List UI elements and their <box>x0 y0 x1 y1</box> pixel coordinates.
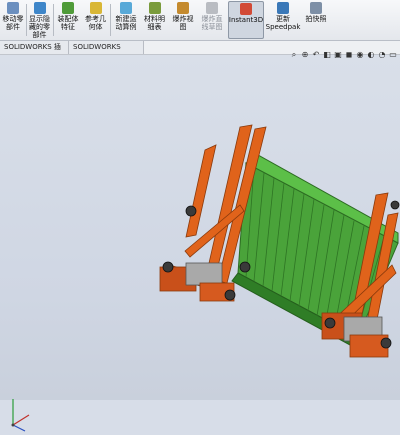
section-view-icon[interactable]: ◧ <box>322 50 332 60</box>
exploded-view-button[interactable]: 爆炸视 图 <box>169 1 197 39</box>
button-label: 装配体 特征 <box>57 15 79 31</box>
toolbar-separator <box>53 4 54 36</box>
assembly-features-icon <box>62 2 74 14</box>
reference-geometry-icon <box>89 2 102 14</box>
apply-scene-icon[interactable]: ◔ <box>377 50 387 60</box>
display-style-icon[interactable]: ◼ <box>344 50 354 60</box>
update-speedpak-button[interactable]: 更新 Speedpak <box>266 1 300 39</box>
hide-show-items-icon[interactable]: ◉ <box>355 50 365 60</box>
tab-solidworks-mbd[interactable]: SOLIDWORKS MBD <box>69 41 144 64</box>
button-label: 新建运 动算例 <box>115 15 137 31</box>
previous-view-icon[interactable]: ↶ <box>311 50 321 60</box>
command-manager-toolbar: 移动零 部件 显示隐 藏的零 部件 装配体 特征 参考几 何体 新建运 动算例 … <box>0 0 400 41</box>
edit-appearance-icon[interactable]: ◐ <box>366 50 376 60</box>
take-snapshot-button[interactable]: 拍快照 <box>303 1 329 39</box>
button-label: 显示隐 藏的零 部件 <box>29 15 50 39</box>
motion-study-icon <box>120 2 132 14</box>
heads-up-view-toolbar: ⌕ ⊕ ↶ ◧ ▣ ◼ ◉ ◐ ◔ ▭ <box>289 48 398 62</box>
button-label: 爆炸直 线草图 <box>201 15 223 31</box>
tab-solidworks-addins[interactable]: SOLIDWORKS 插件 <box>0 41 69 64</box>
speedpak-icon <box>277 2 289 14</box>
zoom-area-icon[interactable]: ⊕ <box>300 50 310 60</box>
assembly-model <box>159 124 400 358</box>
view-settings-icon[interactable]: ▭ <box>388 50 398 60</box>
exploded-view-icon <box>177 2 189 14</box>
instant3d-icon <box>240 3 252 15</box>
explode-line-sketch-button[interactable]: 爆炸直 线草图 <box>198 1 226 39</box>
move-component-icon <box>7 2 19 14</box>
show-hidden-components-button[interactable]: 显示隐 藏的零 部件 <box>27 1 52 39</box>
graphics-area[interactable] <box>0 55 400 432</box>
button-label: 材料明 细表 <box>144 15 165 31</box>
button-label: 参考几 何体 <box>85 15 106 31</box>
show-hidden-icon <box>33 2 46 14</box>
explode-line-sketch-icon <box>206 2 218 14</box>
instant3d-button[interactable]: Instant3D <box>228 1 264 39</box>
button-label: 移动零 部件 <box>2 15 24 31</box>
assembly-features-button[interactable]: 装配体 特征 <box>55 1 81 39</box>
coordinate-triad-icon <box>11 399 30 432</box>
bill-of-materials-button[interactable]: 材料明 细表 <box>141 1 168 39</box>
button-label: Instant3D <box>228 16 264 24</box>
button-label: 拍快照 <box>305 15 327 23</box>
view-orientation-icon[interactable]: ▣ <box>333 50 343 60</box>
toolbar-separator <box>110 4 111 36</box>
button-label: 爆炸视 图 <box>172 15 194 31</box>
snapshot-icon <box>310 2 322 14</box>
bom-icon <box>148 2 161 14</box>
button-label: 更新 Speedpak <box>265 15 301 31</box>
zoom-to-fit-icon[interactable]: ⌕ <box>289 50 299 60</box>
reference-geometry-button[interactable]: 参考几 何体 <box>82 1 109 39</box>
new-motion-study-button[interactable]: 新建运 动算例 <box>112 1 140 39</box>
move-component-button[interactable]: 移动零 部件 <box>1 1 25 39</box>
